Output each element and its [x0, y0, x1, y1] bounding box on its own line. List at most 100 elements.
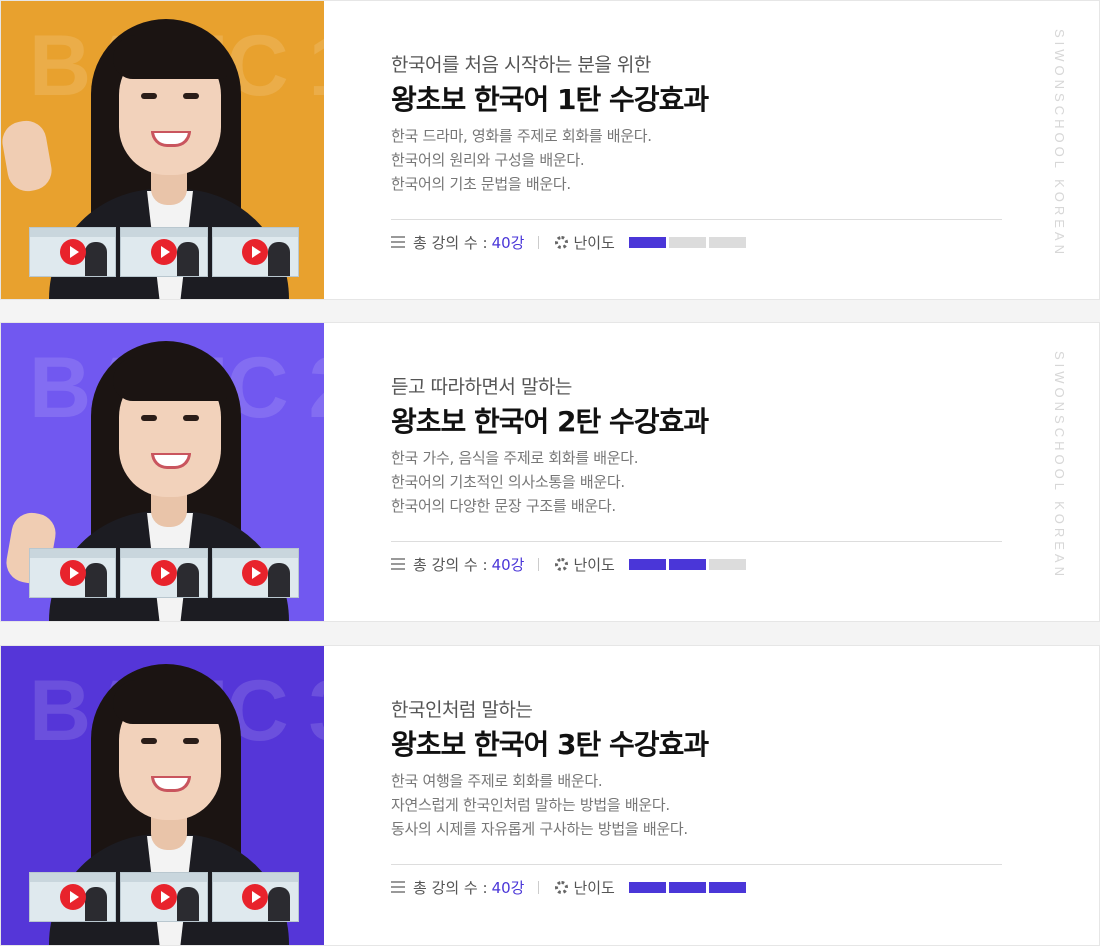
course-description: 한국 여행을 주제로 회화를 배운다. 자연스럽게 한국인처럼 말하는 방법을 … — [391, 769, 688, 841]
difficulty-segment — [668, 558, 706, 570]
description-line: 자연스럽게 한국인처럼 말하는 방법을 배운다. — [391, 796, 670, 814]
presenter-figure — [176, 887, 199, 921]
gear-icon — [555, 557, 569, 571]
video-thumbnail[interactable] — [120, 872, 208, 922]
teacher-eye — [183, 415, 199, 421]
video-thumbnails — [29, 872, 299, 922]
presenter-figure — [85, 887, 108, 921]
difficulty-label: 난이도 — [573, 878, 615, 897]
course-description: 한국 가수, 음식을 주제로 회화를 배운다. 한국어의 기초적인 의사소통을 … — [391, 446, 639, 518]
video-thumbnail[interactable] — [120, 227, 208, 277]
video-thumbnail[interactable] — [211, 872, 299, 922]
difficulty-meter — [628, 881, 746, 893]
difficulty-segment — [668, 881, 706, 893]
lecture-count-label: 총 강의 수 : — [413, 555, 488, 574]
video-thumbnails — [29, 227, 299, 277]
course-title: 왕초보 한국어 3탄 수강효과 — [391, 728, 709, 761]
course-visual: BASIC 2 — [1, 323, 324, 621]
course-info: 한국어를 처음 시작하는 분을 위한 왕초보 한국어 1탄 수강효과 한국 드라… — [391, 1, 1003, 299]
play-icon[interactable] — [59, 239, 86, 265]
presenter-figure — [176, 563, 199, 597]
teacher-eye — [141, 93, 157, 99]
presenter-figure — [267, 242, 290, 276]
play-icon[interactable] — [59, 884, 86, 910]
description-line: 한국어의 다양한 문장 구조를 배운다. — [391, 497, 616, 515]
teacher-bangs — [113, 35, 227, 79]
play-icon[interactable] — [150, 560, 177, 586]
difficulty-meter — [628, 236, 746, 248]
course-title: 왕초보 한국어 1탄 수강효과 — [391, 83, 709, 116]
difficulty-segment — [708, 558, 746, 570]
divider — [391, 541, 1002, 542]
teacher-eye — [183, 93, 199, 99]
course-title: 왕초보 한국어 2탄 수강효과 — [391, 405, 709, 438]
description-line: 한국 여행을 주제로 회화를 배운다. — [391, 772, 603, 790]
list-icon — [391, 881, 405, 893]
course-card-basic-2: BASIC 2 듣고 따라하면서 말하는 왕초보 한국어 2탄 수강효과 한국 … — [0, 322, 1100, 622]
teacher-bangs — [113, 357, 227, 401]
course-description: 한국 드라마, 영화를 주제로 회화를 배운다. 한국어의 원리와 구성을 배운… — [391, 124, 652, 196]
description-line: 동사의 시제를 자유롭게 구사하는 방법을 배운다. — [391, 820, 688, 838]
gear-icon — [555, 235, 569, 249]
difficulty-label: 난이도 — [573, 233, 615, 252]
play-icon[interactable] — [150, 884, 177, 910]
presenter-figure — [267, 887, 290, 921]
presenter-figure — [85, 242, 108, 276]
video-thumbnail[interactable] — [211, 548, 299, 598]
teacher-bangs — [113, 680, 227, 724]
divider — [391, 864, 1002, 865]
course-subtitle: 한국어를 처음 시작하는 분을 위한 — [391, 54, 651, 76]
lecture-count-label: 총 강의 수 : — [413, 233, 488, 252]
list-icon — [391, 236, 405, 248]
teacher-eye — [141, 738, 157, 744]
divider — [391, 219, 1002, 220]
play-icon[interactable] — [242, 239, 269, 265]
course-subtitle: 한국인처럼 말하는 — [391, 699, 533, 721]
separator — [538, 880, 540, 894]
course-meta: 총 강의 수 : 40강 난이도 — [391, 553, 746, 575]
video-thumbnails — [29, 548, 299, 598]
difficulty-segment — [628, 881, 666, 893]
lecture-count: 40강 — [491, 555, 525, 574]
presenter-figure — [176, 242, 199, 276]
description-line: 한국어의 기초 문법을 배운다. — [391, 175, 571, 193]
course-visual: BASIC 1 — [1, 1, 324, 299]
video-thumbnail[interactable] — [29, 548, 117, 598]
difficulty-label: 난이도 — [573, 555, 615, 574]
description-line: 한국어의 기초적인 의사소통을 배운다. — [391, 473, 625, 491]
play-icon[interactable] — [150, 239, 177, 265]
video-thumbnail[interactable] — [120, 548, 208, 598]
course-info: 한국인처럼 말하는 왕초보 한국어 3탄 수강효과 한국 여행을 주제로 회화를… — [391, 646, 1003, 945]
difficulty-meter — [628, 558, 746, 570]
difficulty-segment — [708, 236, 746, 248]
description-line: 한국어의 원리와 구성을 배운다. — [391, 151, 585, 169]
presenter-figure — [267, 563, 290, 597]
video-thumbnail[interactable] — [29, 872, 117, 922]
presenter-figure — [85, 563, 108, 597]
course-card-basic-3: BASIC 3 한국인처럼 말하는 왕초보 한국어 3탄 수강효과 한국 여행을… — [0, 645, 1100, 946]
play-icon[interactable] — [242, 560, 269, 586]
play-icon[interactable] — [59, 560, 86, 586]
separator — [538, 235, 540, 249]
course-subtitle: 듣고 따라하면서 말하는 — [391, 376, 572, 398]
teacher-eye — [141, 415, 157, 421]
course-visual: BASIC 3 — [1, 646, 324, 945]
play-icon[interactable] — [242, 884, 269, 910]
lecture-count: 40강 — [491, 233, 525, 252]
brand-vertical-text: SIWONSCHOOL KOREAN — [1052, 351, 1067, 580]
lecture-count-label: 총 강의 수 : — [413, 878, 488, 897]
lecture-count: 40강 — [491, 878, 525, 897]
course-meta: 총 강의 수 : 40강 난이도 — [391, 876, 746, 898]
description-line: 한국 가수, 음식을 주제로 회화를 배운다. — [391, 449, 639, 467]
list-icon — [391, 558, 405, 570]
separator — [538, 557, 540, 571]
course-card-basic-1: BASIC 1 한국어를 처음 시작하는 분을 위한 왕초보 한국어 1탄 수강… — [0, 0, 1100, 300]
description-line: 한국 드라마, 영화를 주제로 회화를 배운다. — [391, 127, 652, 145]
teacher-hand — [1, 117, 55, 195]
brand-vertical-text: SIWONSCHOOL KOREAN — [1052, 29, 1067, 258]
course-meta: 총 강의 수 : 40강 난이도 — [391, 231, 746, 253]
video-thumbnail[interactable] — [29, 227, 117, 277]
gear-icon — [555, 880, 569, 894]
video-thumbnail[interactable] — [211, 227, 299, 277]
teacher-eye — [183, 738, 199, 744]
